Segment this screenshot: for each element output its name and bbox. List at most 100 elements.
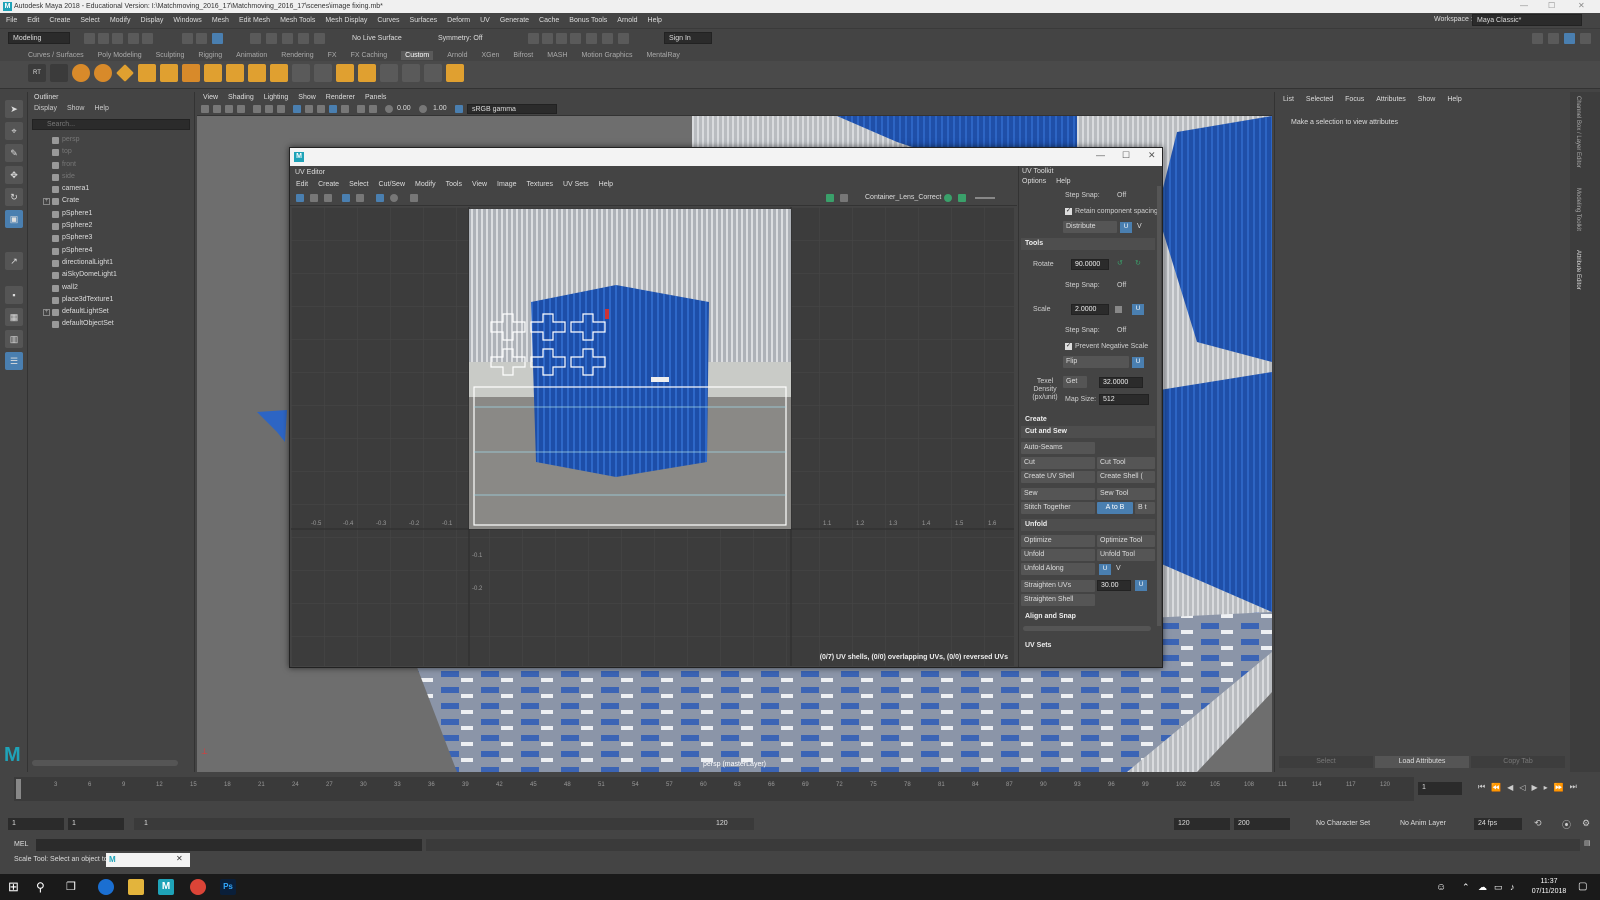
attr-menu-attributes[interactable]: Attributes [1376,96,1406,103]
optimize-tool-button[interactable]: Optimize Tool [1097,535,1155,547]
snap-grid-icon[interactable] [250,33,261,44]
anim-end-field[interactable]: 200 [1234,818,1290,830]
menu-uv[interactable]: UV [480,17,490,24]
shelf-tab-animation[interactable]: Animation [236,52,267,59]
unfold-section[interactable]: Unfold [1021,519,1155,531]
optimize-button[interactable]: Optimize [1021,535,1095,547]
sign-in-button[interactable]: Sign In [664,32,712,44]
distribute-v-button[interactable]: V [1134,221,1148,233]
copy-tab-button[interactable]: Copy Tab [1471,756,1565,768]
snap-curve-icon[interactable] [266,33,277,44]
outliner-item[interactable]: wall2 [28,282,188,294]
camera-attr-icon[interactable] [213,105,221,113]
attr-menu-help[interactable]: Help [1447,96,1461,103]
select-tool-icon[interactable]: ➤ [5,100,23,118]
shelf-bridge-icon[interactable] [336,64,354,82]
shelf-rt-icon[interactable]: RT [28,64,46,82]
ipr-icon[interactable] [556,33,567,44]
minimize-icon[interactable]: — [1520,1,1528,10]
menu-edit[interactable]: Edit [27,17,39,24]
menu-create[interactable]: Create [49,17,70,24]
anim-start-field[interactable]: 1 [8,818,64,830]
unfold-along-u-button[interactable]: U [1099,564,1111,575]
undo-icon[interactable] [128,33,139,44]
outliner-menu-help[interactable]: Help [94,105,108,112]
create-shell-tool-button[interactable]: Create Shell ( [1097,471,1155,483]
wireframe-icon[interactable] [293,105,301,113]
step-back-key-icon[interactable]: ⏪ [1491,783,1501,792]
shelf-tab-custom[interactable]: Custom [401,51,434,60]
shelf-diamond-icon[interactable] [116,64,134,82]
menu-mesh-display[interactable]: Mesh Display [325,17,367,24]
battery-icon[interactable]: ▭ [1494,882,1503,893]
menu-surfaces[interactable]: Surfaces [410,17,438,24]
align-snap-section[interactable]: Align and Snap [1021,611,1155,623]
outliner-menu-show[interactable]: Show [67,105,85,112]
cut-button[interactable]: Cut [1021,457,1095,469]
scale-tool-icon[interactable]: ▣ [5,210,23,228]
prevent-negative-checkbox[interactable]: ✓ [1065,343,1072,350]
shelf-tab-rendering[interactable]: Rendering [281,52,313,59]
shelf-tab-rigging[interactable]: Rigging [198,52,222,59]
toolkit-menu-help[interactable]: Help [1056,178,1070,185]
toolkit-hscrollbar[interactable] [1023,626,1151,631]
live-surface-label[interactable]: No Live Surface [352,35,402,42]
outliner-item[interactable]: side [28,171,188,183]
outliner-item[interactable]: pSphere2 [28,220,188,232]
go-to-end-icon[interactable]: ⏭ [1570,782,1577,792]
distribute-u-button[interactable]: U [1120,222,1132,233]
character-set-dropdown[interactable]: No Character Set [1316,820,1370,827]
straighten-uvs-button[interactable]: Straighten UVs [1021,580,1095,592]
task-view-icon[interactable]: ❐ [66,879,82,895]
attr-menu-show[interactable]: Show [1418,96,1436,103]
uv-shaded-icon[interactable] [342,194,350,202]
script-editor-icon[interactable]: ▤ [1584,839,1591,847]
shelf-sphere-icon[interactable] [72,64,90,82]
shelf-out-icon[interactable] [50,64,68,82]
shelf-tab-fx-caching[interactable]: FX Caching [351,52,388,59]
bookmark-icon[interactable] [225,105,233,113]
uv-maximize-icon[interactable]: ☐ [1122,150,1130,161]
sew-tool-button[interactable]: Sew Tool [1097,488,1155,500]
symmetry-label[interactable]: Symmetry: Off [438,35,483,42]
move-tool-icon[interactable]: ✥ [5,166,23,184]
outliner-item[interactable]: defaultObjectSet [28,318,188,330]
shelf-target-weld-icon[interactable] [314,64,332,82]
time-slider-track[interactable]: 3 6 9 12 15 18 21 24 27 30 33 36 39 42 45 48 51 54 57 60 63 6… [14,777,1414,801]
lighting-icon[interactable] [329,105,337,113]
shelf-torus-icon[interactable] [94,64,112,82]
shelf-tab-fx[interactable]: FX [328,52,337,59]
render-sequence-icon[interactable] [542,33,553,44]
play-back-icon[interactable]: ◁ [1519,783,1525,792]
uv-menu-cut-sew[interactable]: Cut/Sew [379,181,405,188]
uv-editor-titlebar[interactable]: M — ☐ ✕ [290,148,1162,166]
mel-label[interactable]: MEL [14,841,28,848]
side-tab-modeling-toolkit[interactable]: Modeling Toolkit [1575,188,1581,231]
outliner-item[interactable]: aiSkyDomeLight1 [28,269,188,281]
menu-display[interactable]: Display [140,17,163,24]
uv-checker-icon[interactable] [324,194,332,202]
grid-icon[interactable] [253,105,261,113]
menu-mesh-tools[interactable]: Mesh Tools [280,17,315,24]
unfold-along-v-button[interactable]: V [1113,563,1127,575]
retain-spacing-checkbox[interactable]: ✓ [1065,208,1072,215]
file-explorer-icon[interactable] [128,879,144,895]
menu-generate[interactable]: Generate [500,17,529,24]
distribute-button[interactable]: Distribute [1063,221,1117,233]
uv-close-icon[interactable]: ✕ [1148,150,1156,161]
viewport-menu-view[interactable]: View [203,94,218,101]
step-forward-key-icon[interactable]: ⏩ [1554,783,1564,792]
outliner-item[interactable]: + Crate [28,195,188,207]
side-tab-channel-box[interactable]: Channel Box / Layer Editor [1575,96,1581,168]
workspace-dropdown[interactable]: Maya Classic* [1472,14,1582,26]
texel-density-input[interactable]: 32.0000 [1099,377,1143,388]
shelf-extrude-icon[interactable] [204,64,222,82]
shadows-icon[interactable] [341,105,349,113]
attr-select-button[interactable]: Select [1279,756,1373,768]
playback-start-field[interactable]: 1 [68,818,124,830]
uv-shell-icon[interactable] [310,194,318,202]
onedrive-icon[interactable]: ☁ [1478,882,1487,893]
arnold-render-icon[interactable] [602,33,613,44]
outliner-menu-display[interactable]: Display [34,105,57,112]
go-to-start-icon[interactable]: ⏮ [1478,782,1485,792]
